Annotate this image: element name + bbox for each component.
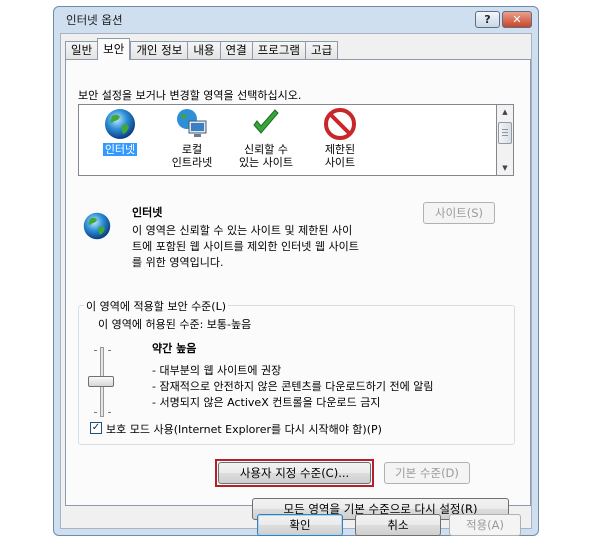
tab-privacy[interactable]: 개인 정보 — [130, 41, 188, 60]
scroll-up-icon[interactable]: ▲ — [497, 105, 513, 119]
highlight-box — [215, 459, 374, 487]
zone-label: 인터넷 — [102, 143, 138, 156]
default-level-button[interactable]: 기본 수준(D) — [384, 462, 470, 484]
intranet-icon — [175, 107, 209, 141]
ok-button[interactable]: 확인 — [257, 514, 343, 536]
zone-description-line: 이 영역은 신뢰할 수 있는 사이트 및 제한된 사이 — [132, 224, 353, 237]
zone-list-scrollbar[interactable]: ▲ ▼ — [497, 104, 514, 176]
tab-content[interactable]: 내용 — [187, 41, 220, 60]
apply-button[interactable]: 적용(A) — [449, 514, 521, 536]
slider-tick — [108, 350, 111, 351]
zone-label: 신뢰할 수 있는 사이트 — [238, 143, 294, 169]
group-title: 이 영역에 적용할 보안 수준(L) — [84, 298, 229, 314]
protected-mode-label[interactable]: 보호 모드 사용(Internet Explorer를 다시 시작해야 함)(P… — [106, 421, 382, 437]
globe-icon — [103, 107, 137, 141]
window-title: 인터넷 옵션 — [66, 13, 123, 27]
tab-general[interactable]: 일반 — [65, 41, 98, 60]
zone-description-line: 를 위한 영역입니다. — [132, 256, 224, 269]
zone-label: 로컬 인트라넷 — [171, 143, 213, 169]
level-bullet: - 대부분의 웹 사이트에 권장 — [152, 364, 282, 377]
zone-title: 인터넷 — [132, 206, 163, 219]
tab-security[interactable]: 보안 — [97, 38, 131, 60]
scroll-thumb[interactable] — [498, 122, 512, 144]
zone-list: 인터넷 로컬 인트라넷 신뢰할 수 있는 사이트 제한된 사이트 — [78, 104, 497, 176]
zone-item-local-intranet[interactable]: 로컬 인트라넷 — [157, 107, 227, 169]
restricted-icon — [323, 107, 357, 141]
security-slider-thumb[interactable] — [88, 376, 114, 387]
cancel-button[interactable]: 취소 — [355, 514, 441, 536]
zone-label: 제한된 사이트 — [324, 143, 356, 169]
level-bullet: - 서명되지 않은 ActiveX 컨트롤을 다운로드 금지 — [152, 396, 381, 409]
zone-instruction: 보안 설정을 보거나 변경할 영역을 선택하십시오. — [78, 89, 302, 102]
slider-tick — [94, 412, 97, 413]
help-button[interactable]: ? — [475, 11, 500, 28]
sites-button[interactable]: 사이트(S) — [423, 202, 495, 224]
tab-connections[interactable]: 연결 — [219, 41, 252, 60]
slider-tick — [94, 350, 97, 351]
zone-item-trusted-sites[interactable]: 신뢰할 수 있는 사이트 — [231, 107, 301, 169]
slider-tick — [108, 412, 111, 413]
zone-globe-icon — [82, 211, 112, 244]
tab-programs[interactable]: 프로그램 — [251, 41, 305, 60]
title-bar[interactable]: 인터넷 옵션 ? ✕ — [54, 7, 538, 31]
internet-options-window: 인터넷 옵션 ? ✕ 일반 보안 개인 정보 내용 연결 프로그램 고급 보안 … — [53, 6, 539, 536]
allowed-levels-text: 이 영역에 허용된 수준: 보통-높음 — [98, 318, 252, 331]
zone-description-line: 트에 포함된 웹 사이트를 제외한 인터넷 웹 사이트 — [132, 240, 359, 253]
zone-item-internet[interactable]: 인터넷 — [85, 107, 155, 156]
level-bullet: - 잠재적으로 안전하지 않은 콘텐츠를 다운로드하기 전에 알림 — [152, 380, 434, 393]
dialog-client: 일반 보안 개인 정보 내용 연결 프로그램 고급 보안 설정을 보거나 변경할… — [60, 33, 532, 536]
security-level-name: 약간 높음 — [152, 342, 197, 355]
security-tab-pane: 보안 설정을 보거나 변경할 영역을 선택하십시오. 인터넷 로컬 인트라넷 신… — [65, 59, 531, 520]
close-button[interactable]: ✕ — [502, 11, 532, 28]
protected-mode-checkbox[interactable]: ✓ — [90, 422, 102, 434]
zone-item-restricted-sites[interactable]: 제한된 사이트 — [305, 107, 375, 169]
checkmark-icon — [249, 107, 283, 141]
scroll-down-icon[interactable]: ▼ — [497, 161, 513, 175]
tab-advanced[interactable]: 고급 — [305, 41, 339, 60]
tab-strip: 일반 보안 개인 정보 내용 연결 프로그램 고급 — [65, 38, 339, 60]
